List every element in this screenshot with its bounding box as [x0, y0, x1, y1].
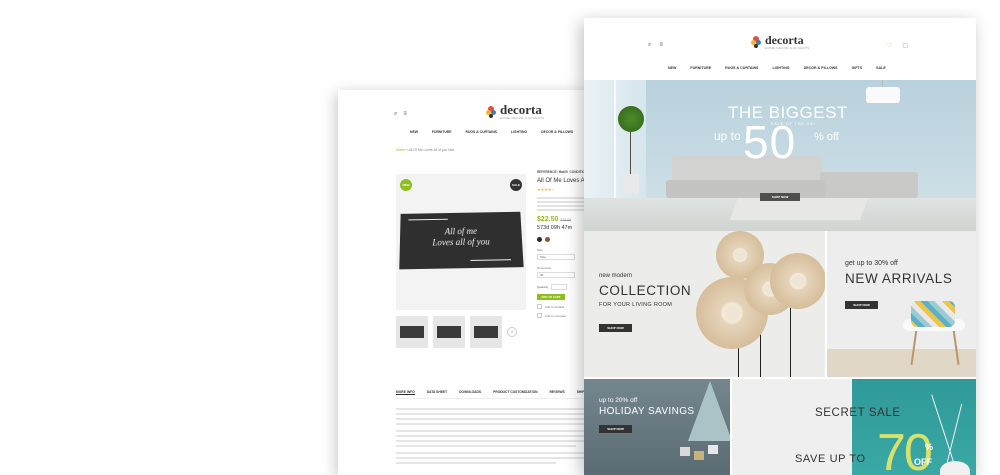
nav-item-rugs[interactable]: RUGS & CURTAINS	[466, 130, 497, 134]
collection-shop-now-button[interactable]: SHOP NOW	[599, 324, 632, 332]
gift-decoration	[708, 445, 718, 454]
nav-item-decor[interactable]: DECOR & PILLOWS	[804, 66, 838, 70]
quantity-stepper[interactable]	[551, 284, 568, 290]
holiday-kicker: up to 20% off	[599, 397, 638, 404]
thumbnail[interactable]	[396, 316, 428, 348]
dimension-select[interactable]: 40	[537, 272, 575, 278]
heart-icon[interactable]: ♡	[887, 43, 902, 49]
nav-item-new[interactable]: NEW	[410, 130, 418, 134]
new-badge: NEW	[400, 179, 412, 191]
arrow-decoration	[408, 218, 448, 221]
old-price: $25.00	[560, 218, 572, 222]
hero-up-to: up to	[714, 129, 741, 143]
hero-shop-now-button[interactable]: SHOP NOW	[760, 193, 800, 201]
secret-sale-percent: 70	[877, 424, 933, 475]
brand-logo[interactable]: decorta HOME DECOR & ACCENTS	[486, 103, 545, 120]
vase-decoration	[940, 461, 970, 475]
product-thumbnails: ›	[396, 316, 517, 348]
breadcrumb: Home » All Of Me Loves All of you Mat	[396, 148, 454, 152]
gift-decoration	[680, 447, 690, 456]
secret-sale-banner[interactable]: SECRET SALE 70 % OFF SAVE UP TO	[732, 379, 976, 475]
nav-item-gifts[interactable]: GIFTS	[852, 66, 863, 70]
lamp-decoration	[866, 80, 900, 103]
collection-title: COLLECTION	[599, 283, 692, 298]
home-page-window: ⌕≡ decorta HOME DECOR & ACCENTS ♡▢ NEW F…	[584, 18, 976, 475]
sale-badge: SALE	[510, 179, 522, 191]
thumbnail[interactable]	[470, 316, 502, 348]
product-tabs: MORE INFO DATA SHEET DOWNLOADS PRODUCT C…	[396, 390, 613, 399]
home-page-header: ⌕≡ decorta HOME DECOR & ACCENTS ♡▢ NEW F…	[584, 18, 976, 80]
nav-item-decor[interactable]: DECOR & PILLOWS	[541, 130, 573, 134]
heart-icon	[537, 304, 542, 309]
thumbnail[interactable]	[433, 316, 465, 348]
main-nav: NEW FURNITURE RUGS & CURTAINS LIGHTING D…	[410, 130, 573, 134]
brand-logo[interactable]: decorta HOME DECOR & ACCENTS	[751, 34, 810, 50]
arrivals-kicker: get up to 30% off	[845, 260, 898, 267]
lamp-disc-decoration	[770, 253, 825, 309]
color-swatch[interactable]	[545, 237, 550, 242]
nav-item-new[interactable]: NEW	[668, 66, 676, 70]
quantity-label: Quantity	[537, 285, 549, 289]
holiday-title: HOLIDAY SAVINGS	[599, 406, 695, 417]
menu-icon[interactable]: ≡	[403, 111, 413, 117]
secret-sale-save: SAVE UP TO	[795, 453, 866, 465]
brand-name: decorta	[765, 33, 804, 47]
cart-icon[interactable]: ▢	[902, 43, 918, 49]
product-gallery: NEW SALE All of me Loves all of you	[396, 174, 526, 310]
logo-mark-icon	[751, 36, 761, 48]
product-image[interactable]: All of me Loves all of you	[399, 211, 524, 270]
hero-off: % off	[814, 131, 839, 143]
brand-name: decorta	[500, 102, 542, 117]
new-arrivals-banner[interactable]: get up to 30% off NEW ARRIVALS SHOP NOW	[827, 231, 976, 377]
logo-mark-icon	[486, 105, 496, 118]
secret-sale-pct-sign: %	[925, 442, 934, 452]
pillow-decoration	[911, 301, 955, 327]
main-nav: NEW FURNITURE RUGS & CURTAINS LIGHTING D…	[668, 66, 886, 70]
collection-subtitle: FOR YOUR LIVING ROOM	[599, 302, 673, 308]
brand-tagline: HOME DECOR & ACCENTS	[500, 116, 545, 120]
nav-item-sale[interactable]: SALE	[876, 66, 886, 70]
nav-item-lighting[interactable]: LIGHTING	[511, 130, 527, 134]
nav-item-furniture[interactable]: FURNITURE	[690, 66, 711, 70]
brand-tagline: HOME DECOR & ACCENTS	[765, 46, 810, 50]
holiday-banner[interactable]: up to 20% off HOLIDAY SAVINGS SHOP NOW	[584, 379, 730, 475]
add-to-cart-button[interactable]: ADD TO CART	[537, 294, 565, 300]
search-icon[interactable]: ⌕	[394, 111, 403, 117]
breadcrumb-current: All Of Me Loves All of you Mat	[408, 148, 454, 152]
breadcrumb-home[interactable]: Home	[396, 148, 405, 152]
mat-text-2: Loves all of you	[432, 236, 490, 248]
showcase-stage: ⌕≡ decorta HOME DECOR & ACCENTS NEW FURN…	[0, 0, 1000, 475]
size-select[interactable]: Size	[537, 254, 575, 260]
chevron-right-icon[interactable]: ›	[507, 327, 517, 337]
nav-item-lighting[interactable]: LIGHTING	[772, 66, 789, 70]
arrow-decoration	[470, 259, 512, 261]
holiday-shop-now-button[interactable]: SHOP NOW	[599, 425, 632, 433]
secret-sale-off: OFF	[914, 457, 932, 467]
collection-banner[interactable]: new modern COLLECTION FOR YOUR LIVING RO…	[584, 231, 825, 377]
plant-decoration	[618, 106, 644, 132]
tab-downloads[interactable]: DOWNLOADS	[459, 390, 481, 395]
collection-kicker: new modern	[599, 273, 633, 279]
menu-icon[interactable]: ≡	[659, 42, 671, 48]
secret-sale-title: SECRET SALE	[815, 407, 901, 419]
hero-percent: 50	[743, 116, 797, 168]
compare-icon	[537, 313, 542, 318]
tab-customization[interactable]: PRODUCT CUSTOMIZATION	[493, 390, 537, 395]
hero-banner[interactable]: THE BIGGEST SALE OF THE DAY up to 50 % o…	[584, 80, 976, 231]
arrivals-shop-now-button[interactable]: SHOP NOW	[845, 301, 878, 309]
tab-more-info[interactable]: MORE INFO	[396, 390, 415, 395]
gift-decoration	[694, 451, 704, 460]
nav-item-furniture[interactable]: FURNITURE	[432, 130, 452, 134]
arrivals-title: NEW ARRIVALS	[845, 271, 953, 286]
search-icon[interactable]: ⌕	[648, 42, 659, 48]
nav-item-rugs[interactable]: RUGS & CURTAINS	[725, 66, 758, 70]
tab-reviews[interactable]: REVIEWS	[550, 390, 565, 395]
tab-data-sheet[interactable]: DATA SHEET	[427, 390, 447, 395]
color-swatch[interactable]	[537, 237, 542, 242]
